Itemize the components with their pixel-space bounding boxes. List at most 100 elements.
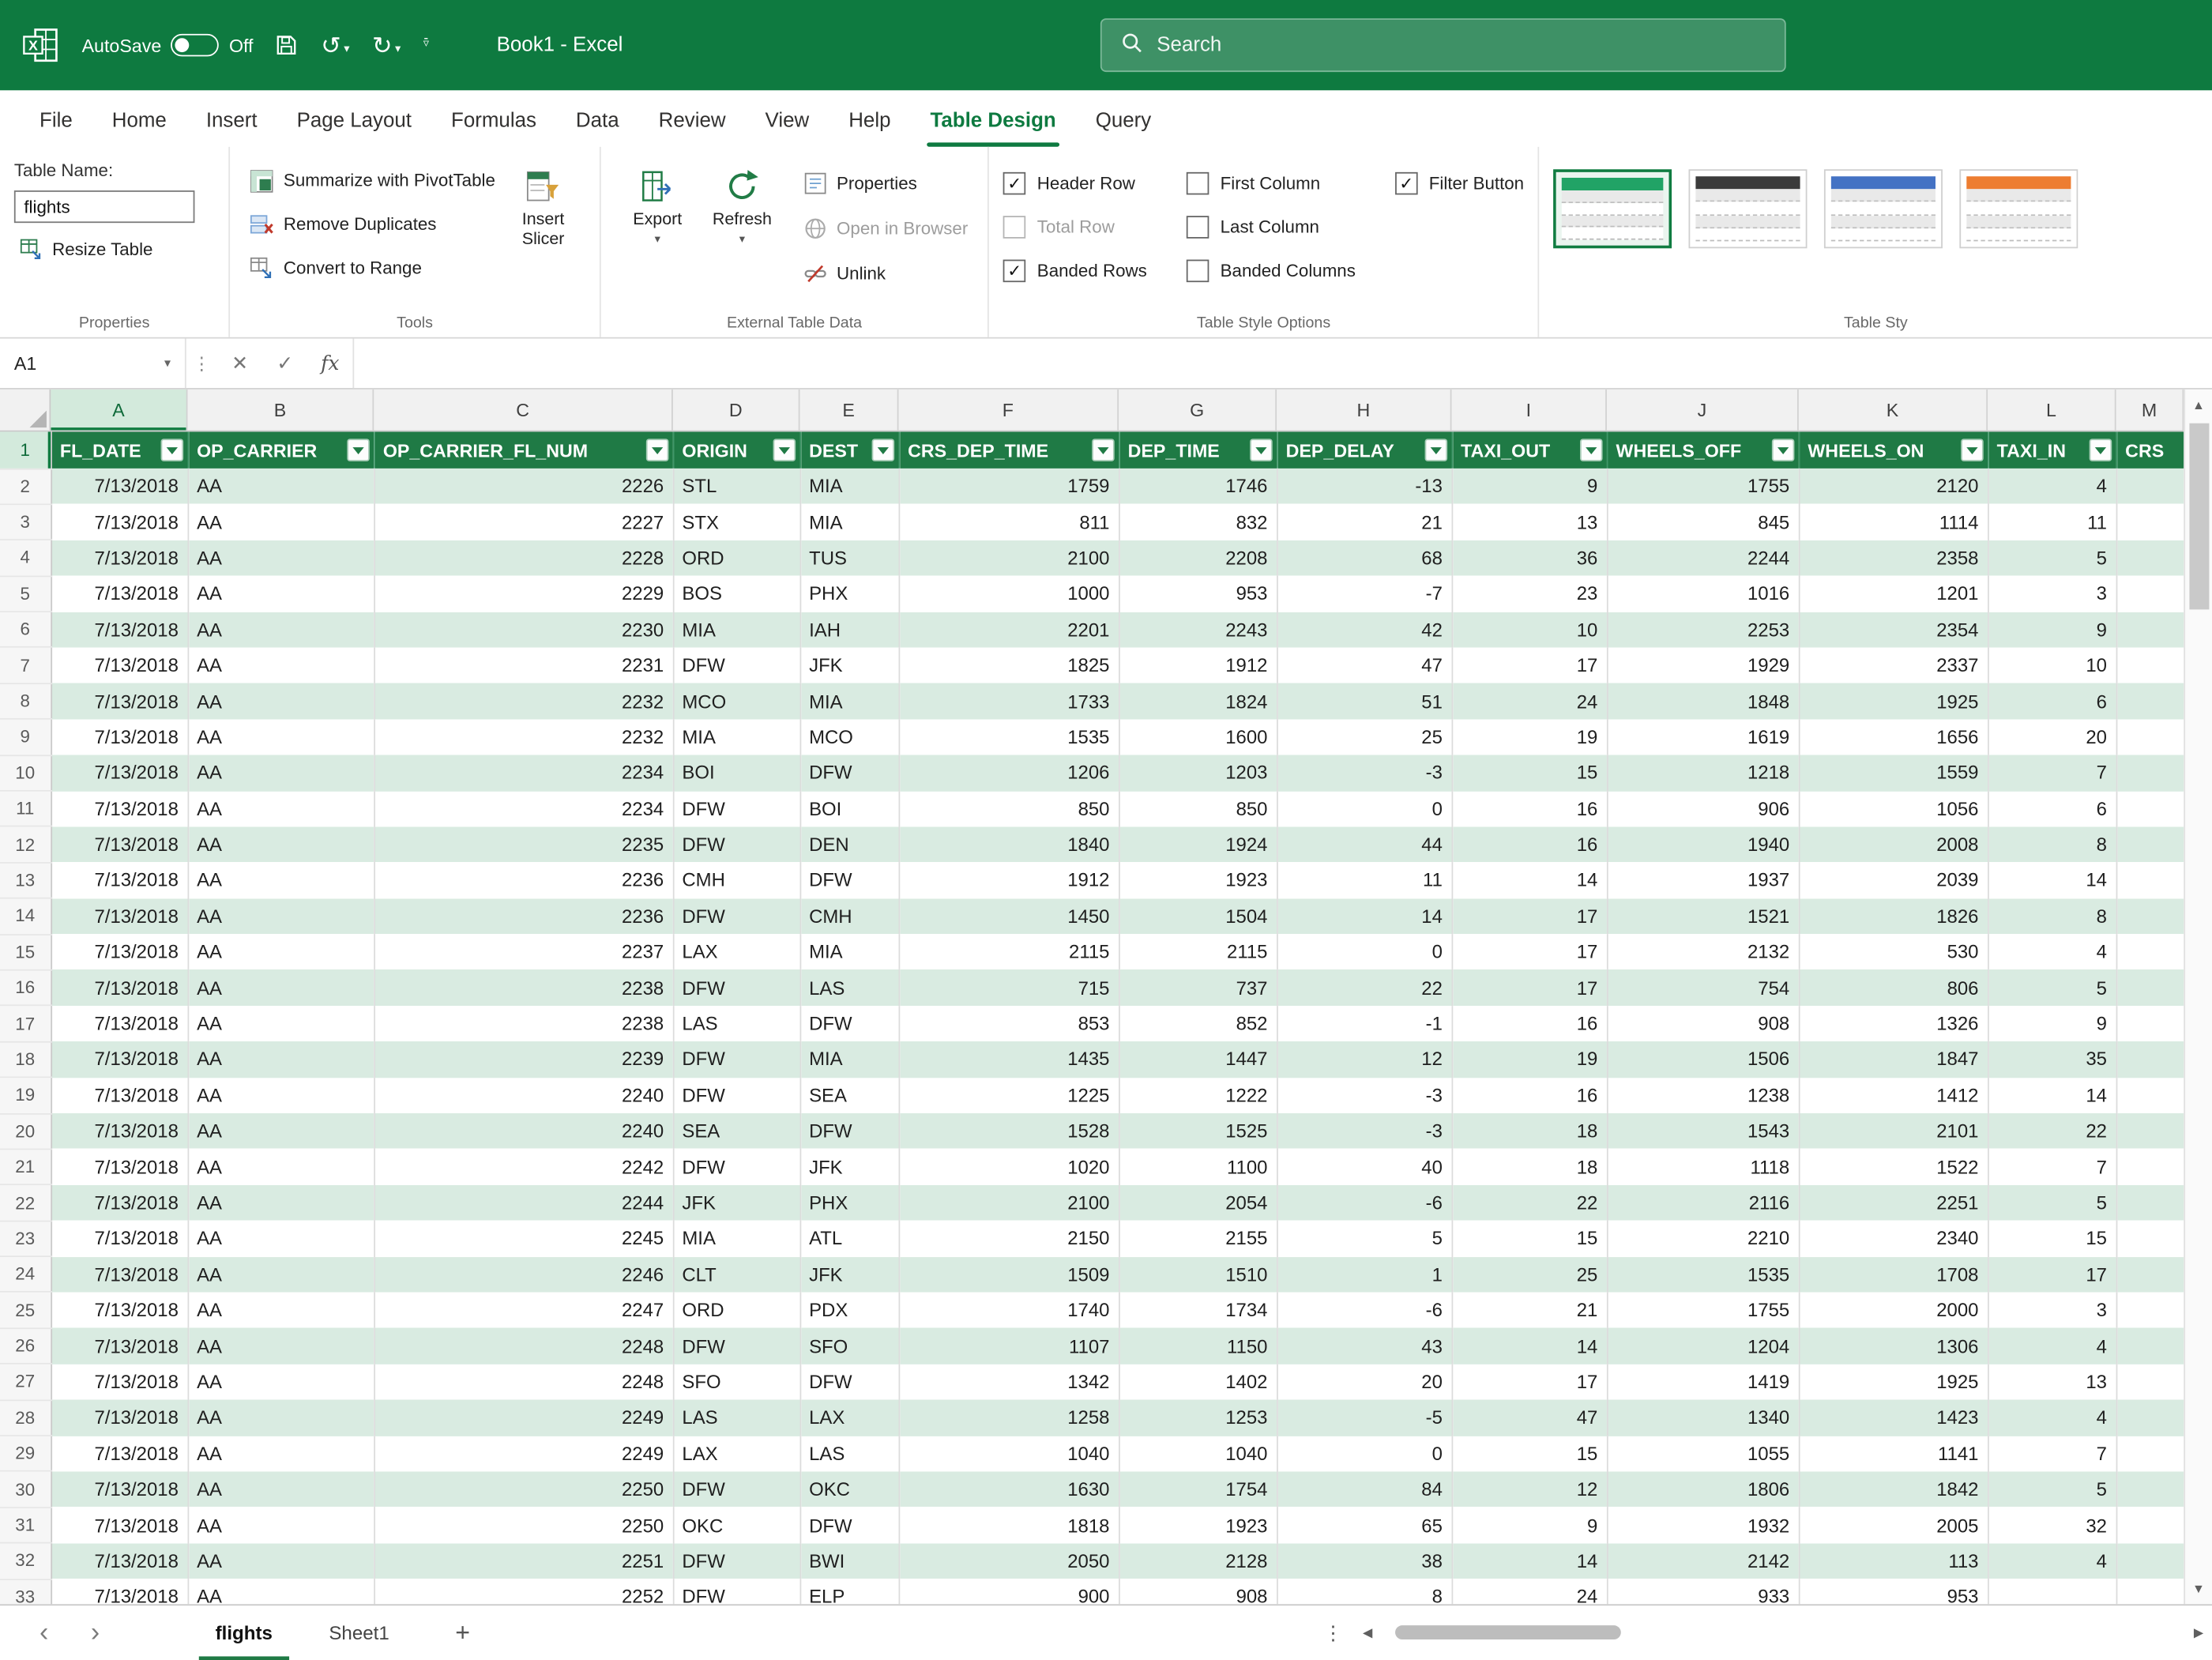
cell[interactable]: 13 [1451, 504, 1606, 540]
row-header-30[interactable]: 30 [0, 1471, 51, 1507]
cell[interactable]: 845 [1607, 504, 1799, 540]
cell[interactable]: 1447 [1119, 1041, 1277, 1077]
cell[interactable]: 1826 [1799, 898, 1988, 934]
cell[interactable]: AA [187, 469, 374, 504]
cell[interactable]: 2208 [1119, 540, 1277, 576]
remove-duplicates-button[interactable]: Remove Duplicates [244, 207, 501, 241]
cell[interactable]: 1204 [1607, 1328, 1799, 1364]
cell[interactable]: 1020 [898, 1149, 1119, 1184]
header-cell-crs-dep-time[interactable]: CRS_DEP_TIME [898, 431, 1119, 468]
cell[interactable]: AA [187, 1006, 374, 1041]
ribbon-tab-help[interactable]: Help [829, 96, 910, 146]
column-header-H[interactable]: H [1277, 390, 1451, 431]
cell[interactable] [2116, 1543, 2184, 1579]
cell[interactable]: 2039 [1799, 863, 1988, 898]
row-header-24[interactable]: 24 [0, 1256, 51, 1292]
cell[interactable]: 24 [1451, 683, 1606, 719]
row-header-1[interactable]: 1 [0, 431, 51, 468]
checkbox-banded-rows[interactable]: ✓Banded Rows [1003, 260, 1147, 283]
cell[interactable]: AA [187, 719, 374, 755]
cell[interactable]: 17 [1988, 1256, 2116, 1292]
cell[interactable]: 1656 [1799, 719, 1988, 755]
cell[interactable]: 2238 [374, 970, 673, 1006]
cell[interactable]: 23 [1451, 576, 1606, 612]
cell[interactable]: 14 [1988, 863, 2116, 898]
cell[interactable]: 1419 [1607, 1364, 1799, 1399]
cell[interactable]: 1342 [898, 1364, 1119, 1399]
cell[interactable]: 7/13/2018 [51, 826, 187, 862]
cell[interactable]: -1 [1277, 1006, 1451, 1041]
cell[interactable]: 0 [1277, 791, 1451, 826]
cell[interactable]: 7/13/2018 [51, 863, 187, 898]
cell[interactable]: AA [187, 1221, 374, 1256]
cell[interactable]: 4 [1988, 469, 2116, 504]
row-header-3[interactable]: 3 [0, 504, 51, 540]
table-style-blue[interactable] [1824, 169, 1943, 248]
cell[interactable] [2116, 648, 2184, 683]
cell[interactable]: 1340 [1607, 1400, 1799, 1436]
scroll-right-icon[interactable]: ▶ [2194, 1624, 2203, 1640]
search-box[interactable]: Search [1100, 18, 1786, 72]
row-header-23[interactable]: 23 [0, 1221, 51, 1256]
row-header-22[interactable]: 22 [0, 1185, 51, 1221]
cell[interactable]: 1150 [1119, 1328, 1277, 1364]
ribbon-tab-data[interactable]: Data [556, 96, 639, 146]
filter-button[interactable] [1091, 439, 1114, 461]
cell[interactable]: 2128 [1119, 1543, 1277, 1579]
cell[interactable]: 2249 [374, 1436, 673, 1471]
cell[interactable]: 1755 [1607, 469, 1799, 504]
table-properties-button[interactable]: Properties [799, 167, 974, 201]
cell[interactable]: 20 [1277, 1364, 1451, 1399]
column-header-A[interactable]: A [51, 390, 187, 431]
cell[interactable]: 2250 [374, 1508, 673, 1543]
cell[interactable]: 1740 [898, 1293, 1119, 1328]
cell[interactable]: -13 [1277, 469, 1451, 504]
cell[interactable]: 7/13/2018 [51, 1293, 187, 1328]
cell[interactable] [2116, 1579, 2184, 1603]
cell[interactable]: 2237 [374, 934, 673, 969]
cell[interactable]: 953 [1119, 576, 1277, 612]
cell[interactable]: 1912 [1119, 648, 1277, 683]
cell[interactable]: 1225 [898, 1078, 1119, 1113]
checkbox-box[interactable] [1003, 216, 1026, 239]
cell[interactable]: 7/13/2018 [51, 1078, 187, 1113]
autosave-toggle[interactable]: AutoSave Off [82, 34, 254, 57]
row-header-6[interactable]: 6 [0, 612, 51, 647]
header-cell-taxi-in[interactable]: TAXI_IN [1988, 431, 2116, 468]
header-cell-wheels-on[interactable]: WHEELS_ON [1799, 431, 1988, 468]
cell[interactable]: 4 [1988, 1400, 2116, 1436]
cell[interactable]: 24 [1451, 1579, 1606, 1603]
insert-function-button[interactable]: fx [307, 339, 352, 388]
checkbox-total-row[interactable]: Total Row [1003, 216, 1147, 239]
cell[interactable]: 5 [1988, 540, 2116, 576]
cell[interactable]: 1040 [1119, 1436, 1277, 1471]
cell[interactable]: 47 [1451, 1400, 1606, 1436]
cell[interactable]: 2142 [1607, 1543, 1799, 1579]
row-header-2[interactable]: 2 [0, 469, 51, 504]
cell[interactable]: 7/13/2018 [51, 719, 187, 755]
column-header-I[interactable]: I [1451, 390, 1606, 431]
cell[interactable]: 1754 [1119, 1471, 1277, 1507]
cell[interactable]: 7/13/2018 [51, 469, 187, 504]
table-style-green[interactable] [1554, 169, 1672, 248]
sheet-tab-flights[interactable]: flights [187, 1605, 301, 1660]
cell[interactable]: LAX [799, 1400, 898, 1436]
checkbox-filter-button[interactable]: ✓Filter Button [1395, 172, 1524, 195]
row-header-28[interactable]: 28 [0, 1400, 51, 1436]
checkbox-box[interactable] [1187, 172, 1209, 195]
sheet-options-icon[interactable]: ⋮ [1323, 1620, 1343, 1644]
confirm-entry-button[interactable]: ✓ [262, 339, 307, 388]
cell[interactable]: 113 [1799, 1543, 1988, 1579]
cell[interactable]: 2242 [374, 1149, 673, 1184]
cell[interactable]: 1755 [1607, 1293, 1799, 1328]
cell[interactable]: -6 [1277, 1293, 1451, 1328]
cell[interactable]: 1847 [1799, 1041, 1988, 1077]
cell[interactable]: DFW [673, 1579, 800, 1603]
cell[interactable]: MCO [799, 719, 898, 755]
filter-button[interactable] [871, 439, 894, 461]
filter-button[interactable] [1579, 439, 1602, 461]
cell[interactable]: OKC [799, 1471, 898, 1507]
cell[interactable]: 2244 [374, 1185, 673, 1221]
cell[interactable]: 1619 [1607, 719, 1799, 755]
column-header-J[interactable]: J [1607, 390, 1799, 431]
